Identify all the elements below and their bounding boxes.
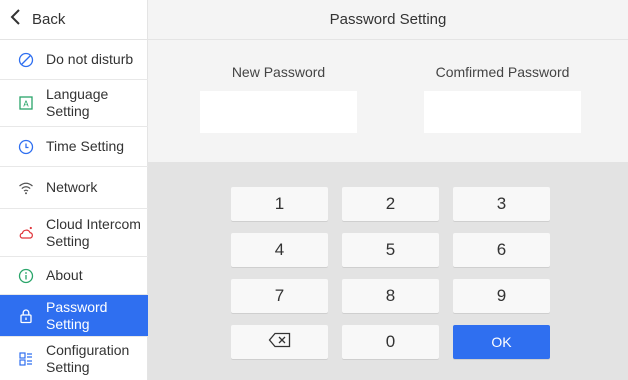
- ok-button[interactable]: OK: [453, 325, 550, 359]
- sidebar-item-about[interactable]: About: [0, 257, 148, 295]
- page-title: Password Setting: [329, 11, 447, 28]
- sidebar-item-password-setting[interactable]: Password Setting: [0, 295, 148, 337]
- key-8[interactable]: 8: [342, 279, 439, 313]
- configuration-icon: [18, 351, 34, 367]
- backspace-key[interactable]: [231, 325, 328, 359]
- sidebar-item-cloud-intercom-setting[interactable]: Cloud Intercom Setting: [0, 209, 148, 257]
- key-5[interactable]: 5: [342, 233, 439, 267]
- wifi-icon: [18, 180, 34, 196]
- backspace-icon: [268, 332, 292, 353]
- key-3[interactable]: 3: [453, 187, 550, 221]
- sidebar-item-network[interactable]: Network: [0, 167, 148, 209]
- sidebar-item-configuration-setting[interactable]: Configuration Setting: [0, 337, 148, 380]
- do-not-disturb-icon: [18, 52, 34, 68]
- sidebar-item-label: Password Setting: [46, 298, 108, 332]
- sidebar-item-label: Language Setting: [46, 86, 109, 119]
- page-header: Password Setting: [148, 0, 628, 40]
- back-button[interactable]: Back: [0, 0, 148, 40]
- sidebar-item-time-setting[interactable]: Time Setting: [0, 127, 148, 167]
- confirm-password-label: Comfirmed Password: [435, 64, 570, 80]
- sidebar-item-language-setting[interactable]: A Language Setting: [0, 80, 148, 127]
- sidebar-item-label: Time Setting: [46, 138, 125, 154]
- clock-icon: [18, 139, 34, 155]
- lock-icon: [18, 308, 34, 324]
- cloud-icon: [18, 225, 34, 241]
- new-password-input[interactable]: [200, 91, 357, 133]
- sidebar-item-label: Do not disturb: [46, 51, 134, 67]
- key-6[interactable]: 6: [453, 233, 550, 267]
- sidebar: Back Do not disturb A Language Setting Ti…: [0, 0, 148, 380]
- password-form: New Password Comfirmed Password: [148, 40, 628, 162]
- key-2[interactable]: 2: [342, 187, 439, 221]
- key-0[interactable]: 0: [342, 325, 439, 359]
- key-9[interactable]: 9: [453, 279, 550, 313]
- new-password-label: New Password: [231, 64, 326, 80]
- sidebar-item-label: Network: [46, 179, 98, 195]
- numeric-keypad: 1 2 3 4 5 6 7 8 9 0 OK: [148, 162, 628, 380]
- info-icon: [18, 268, 34, 284]
- sidebar-item-label: About: [46, 267, 83, 283]
- key-7[interactable]: 7: [231, 279, 328, 313]
- chevron-left-icon: [10, 8, 28, 31]
- language-icon: A: [18, 95, 34, 111]
- sidebar-item-do-not-disturb[interactable]: Do not disturb: [0, 40, 148, 80]
- key-1[interactable]: 1: [231, 187, 328, 221]
- key-4[interactable]: 4: [231, 233, 328, 267]
- svg-text:A: A: [23, 100, 29, 109]
- sidebar-item-label: Configuration Setting: [46, 341, 130, 375]
- confirm-password-input[interactable]: [424, 91, 581, 133]
- sidebar-item-label: Cloud Intercom Setting: [46, 215, 141, 249]
- back-label: Back: [32, 11, 66, 28]
